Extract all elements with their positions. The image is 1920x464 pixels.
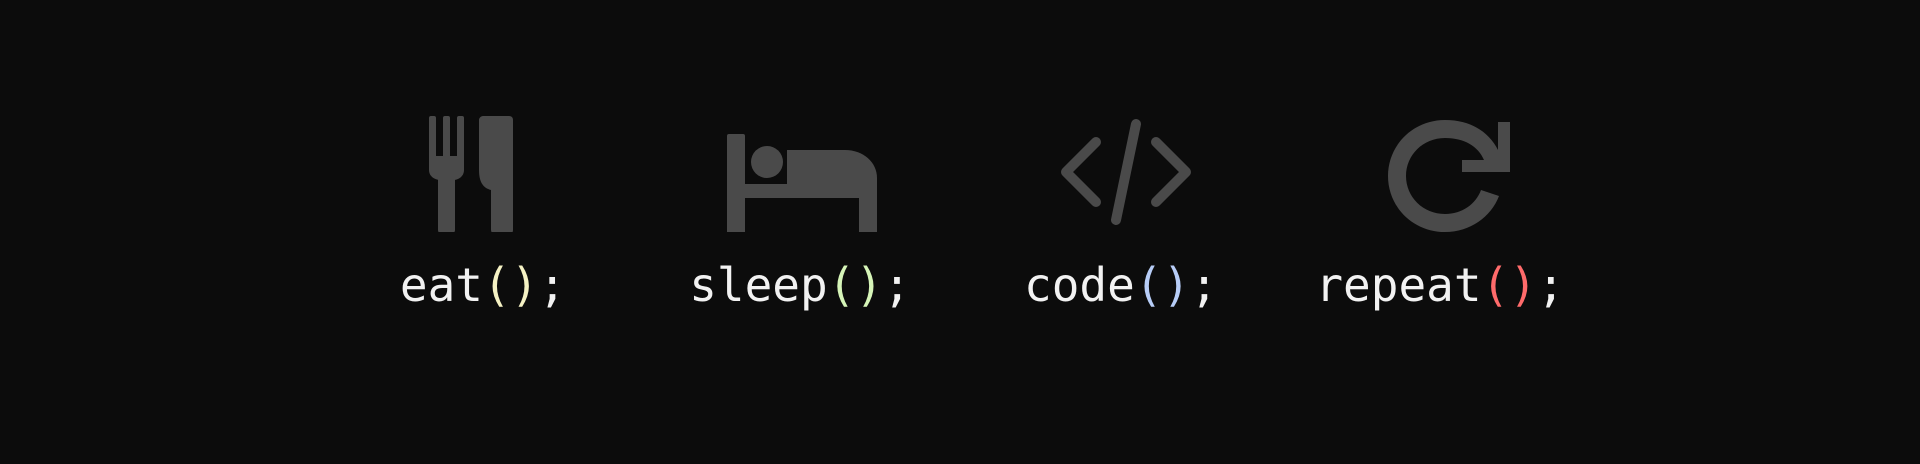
semicolon: ;	[1536, 258, 1565, 312]
item-eat: eat();	[333, 0, 633, 464]
function-name: code	[1024, 258, 1135, 312]
open-paren: (	[1134, 258, 1163, 312]
repeat-label: repeat();	[1290, 262, 1590, 308]
close-paren: )	[1509, 258, 1537, 312]
close-paren: )	[510, 258, 539, 312]
semicolon: ;	[538, 258, 567, 312]
open-paren: (	[482, 258, 511, 312]
item-code: code();	[971, 0, 1271, 464]
code-icon	[1056, 112, 1196, 232]
function-name: sleep	[689, 258, 828, 312]
close-paren: )	[1162, 258, 1191, 312]
function-name: eat	[399, 258, 483, 312]
fork-knife-icon	[413, 112, 553, 232]
item-sleep: sleep();	[650, 0, 950, 464]
bed-icon	[727, 112, 877, 232]
item-repeat: repeat();	[1290, 0, 1590, 464]
semicolon: ;	[883, 258, 911, 312]
code-label: code();	[971, 262, 1271, 308]
semicolon: ;	[1190, 258, 1218, 312]
eat-label: eat();	[333, 262, 633, 308]
open-paren: (	[1481, 258, 1510, 312]
banner: eat(); sleep(); code(); repeat();	[0, 0, 1920, 464]
function-name: repeat	[1315, 258, 1482, 312]
close-paren: )	[855, 258, 884, 312]
open-paren: (	[827, 258, 856, 312]
sleep-label: sleep();	[650, 262, 950, 308]
refresh-icon	[1380, 112, 1510, 232]
